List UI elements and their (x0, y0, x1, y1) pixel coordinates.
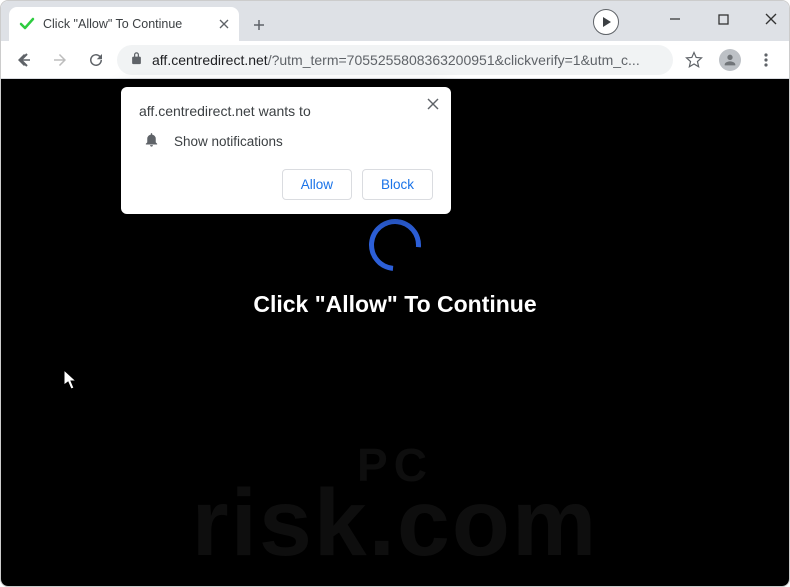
notification-permission-prompt: aff.centredirect.net wants to Show notif… (121, 87, 451, 214)
page-message: Click "Allow" To Continue (253, 291, 536, 318)
permission-label: Show notifications (174, 134, 283, 149)
allow-button[interactable]: Allow (282, 169, 352, 200)
watermark-text: PC risk.com (1, 445, 789, 566)
tab-title: Click "Allow" To Continue (43, 17, 211, 31)
close-tab-button[interactable] (219, 16, 229, 32)
menu-button[interactable] (751, 45, 781, 75)
browser-window: Click "Allow" To Continue aff.centredire… (0, 0, 790, 587)
prompt-heading: aff.centredirect.net wants to (139, 103, 433, 119)
close-window-button[interactable] (761, 9, 781, 29)
browser-toolbar: aff.centredirect.net/?utm_term=705525580… (1, 41, 789, 79)
new-tab-button[interactable] (245, 11, 273, 39)
bell-icon (143, 131, 160, 151)
url-text: aff.centredirect.net/?utm_term=705525580… (152, 52, 640, 68)
browser-tab[interactable]: Click "Allow" To Continue (9, 7, 239, 41)
maximize-button[interactable] (713, 9, 733, 29)
account-button[interactable] (715, 45, 745, 75)
window-controls (665, 9, 781, 29)
forward-button[interactable] (45, 45, 75, 75)
bookmark-star-button[interactable] (679, 45, 709, 75)
reload-button[interactable] (81, 45, 111, 75)
lock-icon (129, 51, 144, 69)
close-prompt-button[interactable] (427, 97, 439, 115)
minimize-button[interactable] (665, 9, 685, 29)
block-button[interactable]: Block (362, 169, 433, 200)
checkmark-icon (19, 16, 35, 32)
loading-spinner-icon (358, 208, 431, 281)
back-button[interactable] (9, 45, 39, 75)
media-control-button[interactable] (593, 9, 619, 35)
address-bar[interactable]: aff.centredirect.net/?utm_term=705525580… (117, 45, 673, 75)
